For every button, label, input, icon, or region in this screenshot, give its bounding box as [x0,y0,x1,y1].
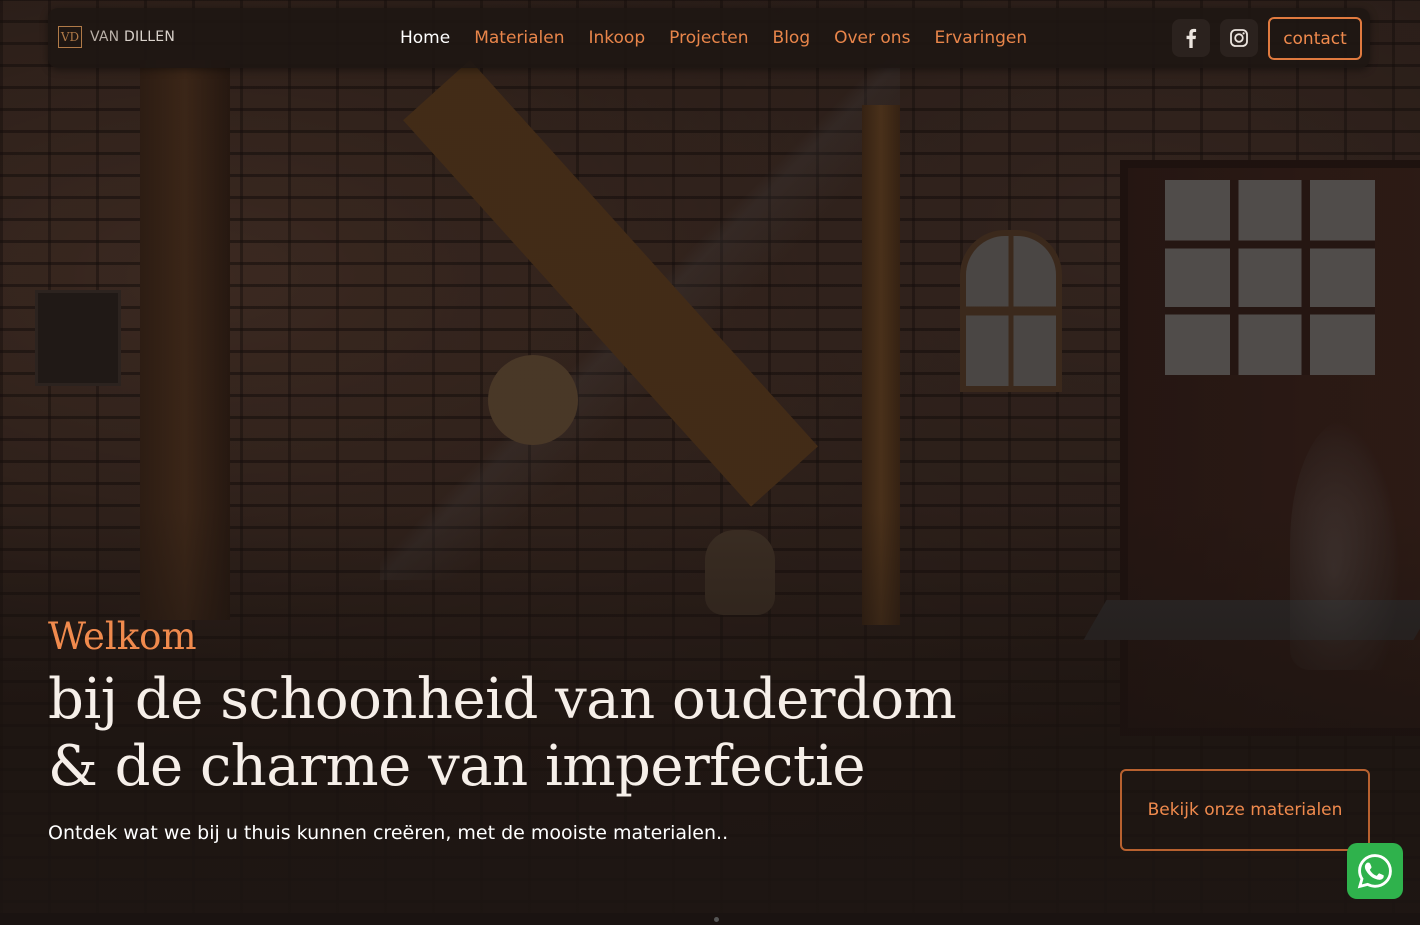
logo[interactable]: VD VAN DILLEN [58,26,175,48]
view-materials-button[interactable]: Bekijk onze materialen [1120,769,1370,851]
nav-link-projecten[interactable]: Projecten [669,28,748,48]
contact-button[interactable]: contact [1268,17,1362,60]
instagram-button[interactable] [1220,19,1258,57]
logo-text-part2: DILLEN [124,29,176,45]
nav-link-materialen[interactable]: Materialen [474,28,564,48]
nav-link-over-ons[interactable]: Over ons [834,28,910,48]
nav-link-home[interactable]: Home [400,28,450,48]
logo-text-part1: VAN [90,29,120,45]
navbar: VD VAN DILLEN Home Materialen Inkoop Pro… [48,8,1370,68]
bottom-strip [0,913,1420,925]
nav-link-blog[interactable]: Blog [773,28,811,48]
logo-mark: VD [58,26,82,48]
nav-link-inkoop[interactable]: Inkoop [589,28,646,48]
hero-title-line2: & de charme van imperfectie [48,734,866,799]
hero-subtitle: Ontdek wat we bij u thuis kunnen creëren… [48,822,729,844]
hero-kicker: Welkom [48,615,197,658]
logo-text: VAN DILLEN [90,29,175,45]
nav-link-ervaringen[interactable]: Ervaringen [934,28,1027,48]
whatsapp-button[interactable] [1347,843,1403,899]
scroll-indicator [714,917,719,922]
instagram-icon [1230,29,1248,47]
facebook-icon [1186,28,1197,48]
facebook-button[interactable] [1172,19,1210,57]
whatsapp-icon [1357,854,1392,889]
nav-links: Home Materialen Inkoop Projecten Blog Ov… [400,8,1027,68]
hero-title: bij de schoonheid van ouderdom & de char… [48,666,957,800]
hero-title-line1: bij de schoonheid van ouderdom [48,667,957,732]
